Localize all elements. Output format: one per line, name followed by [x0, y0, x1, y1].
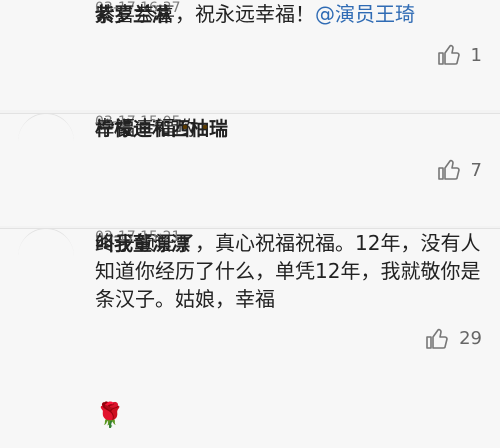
avatar[interactable]: [18, 113, 74, 170]
comment-text: 恭喜恭喜，祝永远幸福！@演员王琦: [95, 0, 482, 110]
mention-link[interactable]: @演员王琦: [315, 2, 415, 26]
rose-icon: 🌹: [95, 401, 125, 429]
comment-text: 终于领证了，真心祝福祝福。12年，没有人知道你经历了什么，单凭12年，我就敬你是…: [95, 228, 482, 448]
avatar[interactable]: [18, 228, 74, 285]
comment-body: 幸福幸福哟: [95, 116, 195, 140]
comment-body: 恭喜恭喜，祝永远幸福！: [95, 2, 315, 26]
comment-text: 幸福幸福哟: [95, 113, 482, 226]
avatar[interactable]: [18, 0, 74, 56]
